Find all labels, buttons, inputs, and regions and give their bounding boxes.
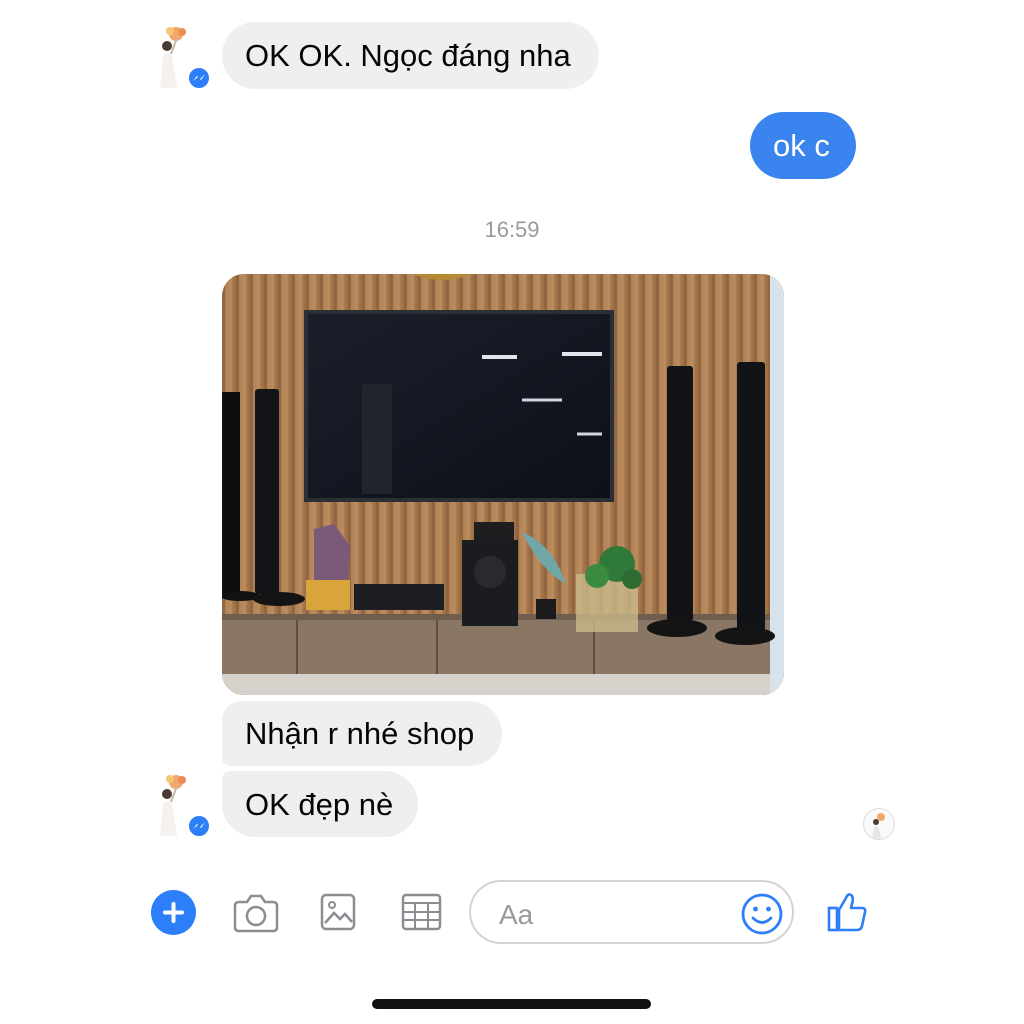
photo-message[interactable] [222,274,784,695]
message-text: Nhận r nhé shop [245,716,475,751]
like-icon[interactable] [826,890,868,932]
message-input-placeholder: Aa [499,899,534,930]
home-indicator[interactable] [372,999,651,1009]
message-text: OK đẹp nè [245,786,394,822]
message-timestamp: 16:59 [484,217,540,242]
camera-icon[interactable] [233,893,279,933]
seen-receipt-avatar [863,808,895,840]
message-bubble-incoming[interactable]: OK đẹp nè [222,771,418,837]
emoji-icon[interactable] [741,893,783,935]
message-input[interactable]: Aa [469,880,794,944]
message-text: OK OK. Ngọc đáng nha [245,38,571,73]
tv-wall-photo [222,274,784,695]
message-text: ok c [773,128,830,163]
messenger-badge-icon [187,66,211,90]
plus-icon[interactable] [151,890,196,935]
sticker-icon[interactable] [401,893,442,931]
message-bubble-outgoing[interactable]: ok c [750,112,856,179]
gallery-icon[interactable] [320,893,356,931]
message-bubble-incoming[interactable]: OK OK. Ngọc đáng nha [222,22,599,89]
message-bubble-incoming[interactable]: Nhận r nhé shop [222,701,502,766]
messenger-badge-icon [187,814,211,838]
